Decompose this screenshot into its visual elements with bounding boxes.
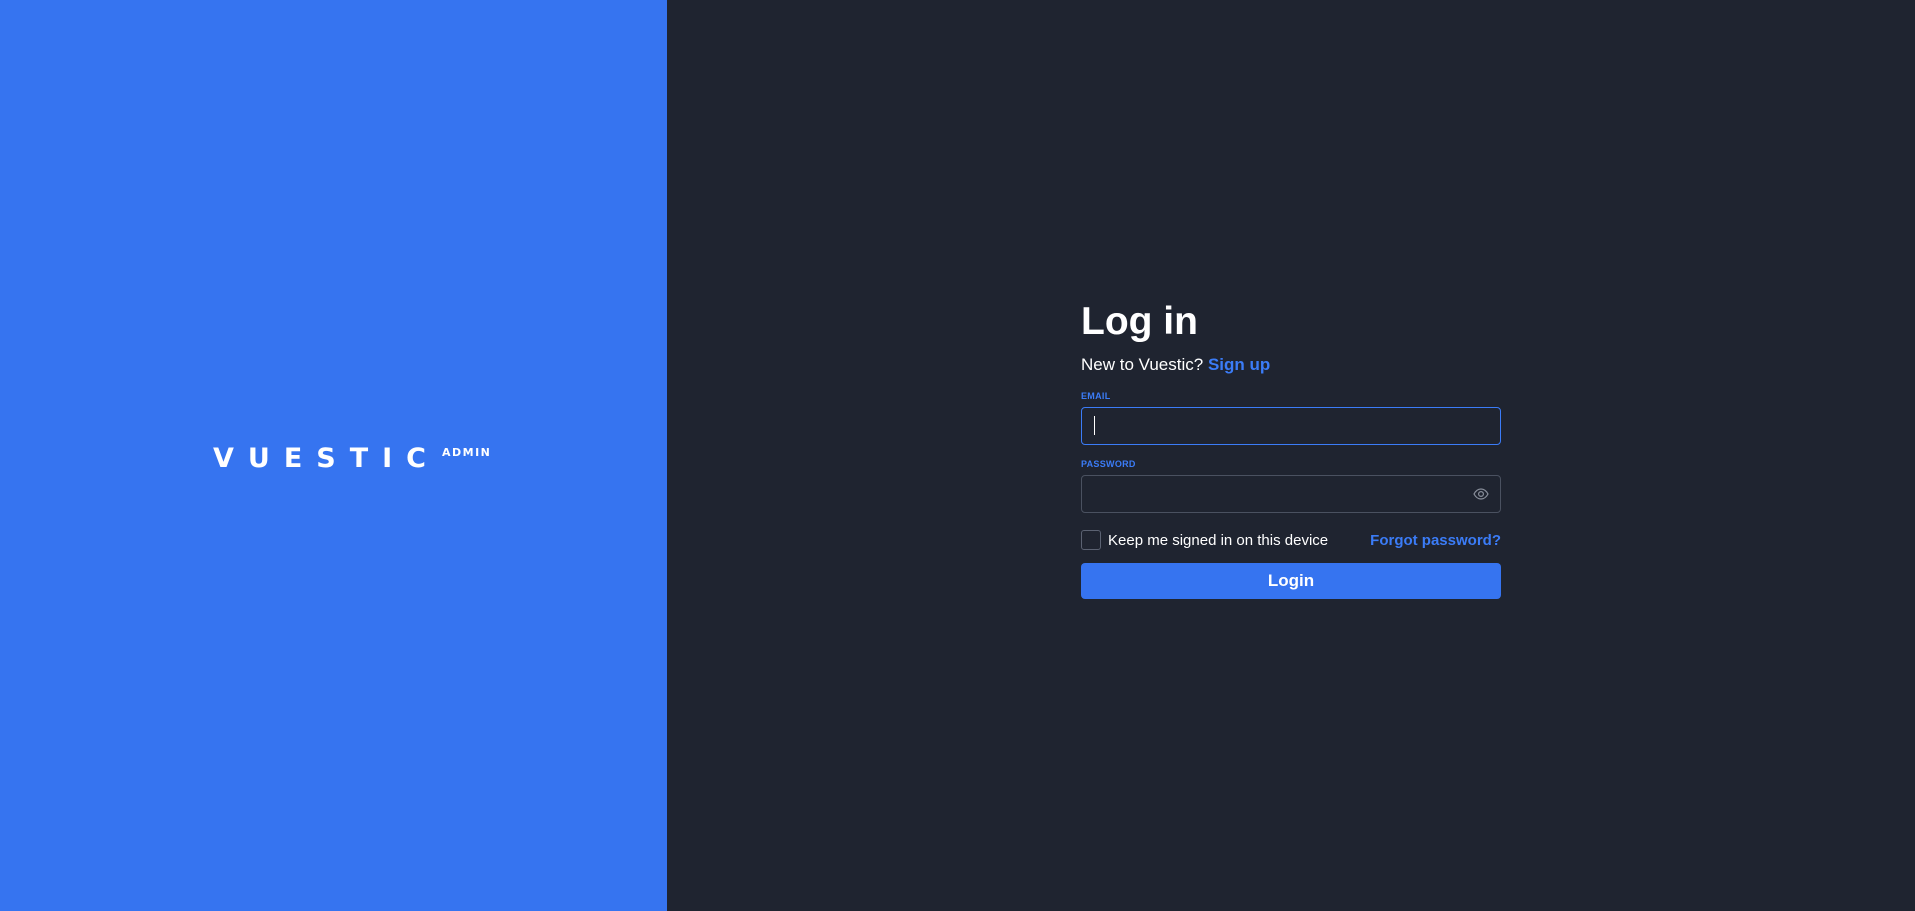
forgot-password-link[interactable]: Forgot password? (1370, 532, 1501, 549)
signup-prompt-text: New to Vuestic? (1081, 355, 1204, 374)
email-field[interactable] (1081, 407, 1501, 445)
login-page: VUESTIC ADMIN Log in New to Vuestic? Sig… (0, 0, 1915, 911)
form-panel: Log in New to Vuestic? Sign up EMAIL PAS… (667, 0, 1915, 911)
remember-me: Keep me signed in on this device (1081, 530, 1328, 550)
logo-text: VUESTIC (213, 443, 440, 474)
eye-icon[interactable] (1472, 486, 1490, 502)
remember-label[interactable]: Keep me signed in on this device (1108, 532, 1328, 549)
vuestic-logo: VUESTIC ADMIN (213, 444, 491, 474)
page-title: Log in (1081, 300, 1198, 343)
options-row: Keep me signed in on this device Forgot … (1081, 529, 1501, 551)
password-field-wrapper (1081, 475, 1501, 513)
password-field[interactable] (1081, 475, 1501, 513)
signup-prompt: New to Vuestic? Sign up (1081, 355, 1501, 377)
brand-panel: VUESTIC ADMIN (0, 0, 667, 911)
signup-link[interactable]: Sign up (1208, 355, 1270, 374)
logo-subtext: ADMIN (442, 446, 492, 459)
login-form: Log in New to Vuestic? Sign up EMAIL PAS… (1081, 298, 1501, 599)
text-caret (1094, 416, 1095, 435)
email-field-wrapper (1081, 407, 1501, 445)
password-label: PASSWORD (1081, 459, 1136, 469)
remember-checkbox[interactable] (1081, 530, 1101, 550)
login-button[interactable]: Login (1081, 563, 1501, 599)
email-label: EMAIL (1081, 391, 1111, 401)
